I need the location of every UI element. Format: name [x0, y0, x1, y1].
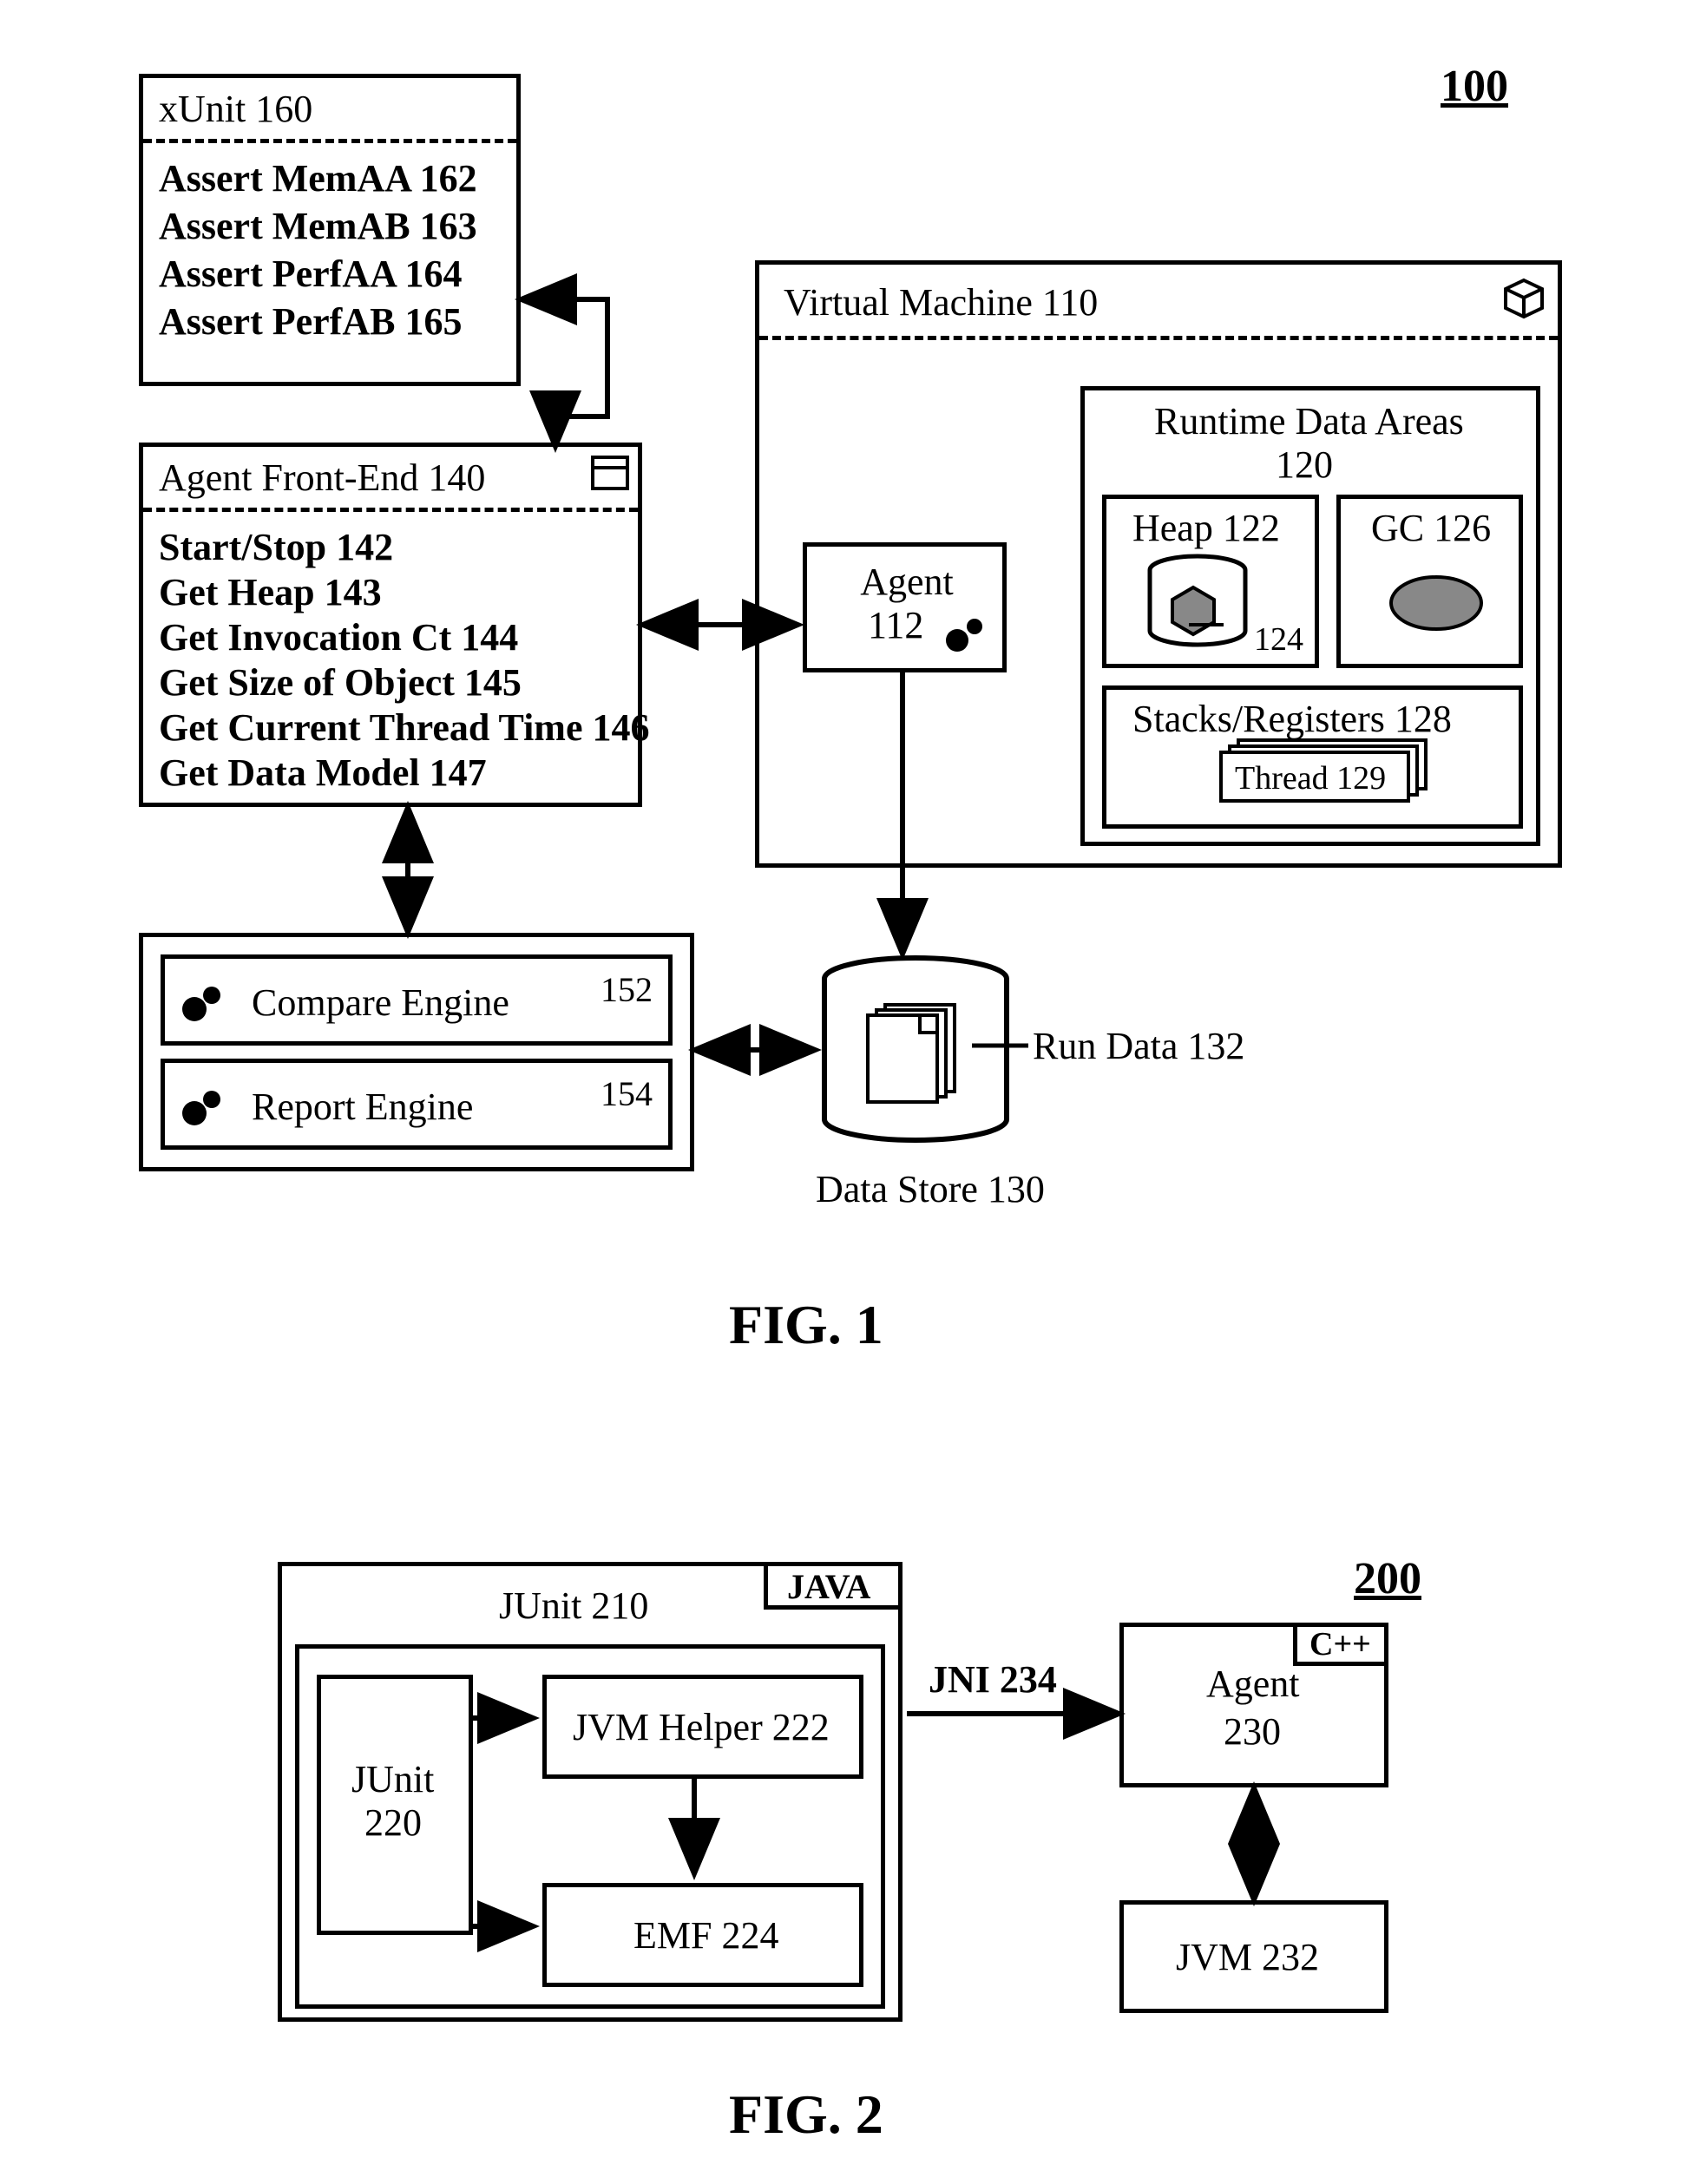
xunit-item-1: Assert MemAB 163	[159, 204, 477, 248]
junit220-line1: JUnit	[351, 1757, 434, 1801]
gears-icon	[177, 980, 229, 1028]
stacks-box: Stacks/Registers 128 Thread 129	[1102, 685, 1523, 829]
xunit-title: xUnit 160	[159, 87, 312, 131]
jni-label: JNI 234	[929, 1657, 1057, 1702]
compare-engine-ref: 152	[601, 969, 653, 1010]
junit220-box: JUnit 220	[317, 1675, 473, 1935]
agent-label-line1: Agent	[850, 560, 963, 604]
cpp-tag-text: C++	[1309, 1625, 1371, 1663]
jvmhelper-label: JVM Helper 222	[573, 1705, 830, 1749]
datastore-icon	[816, 954, 1015, 1154]
frontend-item-3: Get Size of Object 145	[159, 660, 522, 705]
junit210-box: JUnit 210 JAVA JUnit 220 JVM Helper 222 …	[278, 1562, 903, 2022]
engines-box: Compare Engine 152 Report Engine 154	[139, 933, 694, 1171]
fig2-caption: FIG. 2	[729, 2082, 883, 2147]
junit220-line2: 220	[364, 1800, 422, 1845]
heap-box: Heap 122 124	[1102, 495, 1319, 668]
blob-icon	[1384, 568, 1488, 638]
emf-box: EMF 224	[542, 1883, 863, 1987]
jvm232-box: JVM 232	[1119, 1900, 1388, 2013]
fig2-ref: 200	[1354, 1553, 1421, 1604]
gc-box: GC 126	[1336, 495, 1523, 668]
java-tag-text: JAVA	[787, 1566, 870, 1607]
agent-box: Agent 112	[803, 542, 1007, 672]
rda-title-line2: 120	[1276, 443, 1333, 487]
frontend-item-5: Get Data Model 147	[159, 751, 487, 795]
agent230-line1: Agent	[1206, 1662, 1300, 1706]
fig1-caption: FIG. 1	[729, 1293, 883, 1357]
heap-label: Heap 122	[1132, 506, 1280, 550]
xunit-box: xUnit 160 Assert MemAA 162 Assert MemAB …	[139, 74, 521, 386]
frontend-divider	[143, 508, 638, 512]
thread-label: Thread 129	[1235, 759, 1386, 797]
fig1-ref: 100	[1441, 61, 1508, 112]
vm-divider	[759, 336, 1558, 340]
jvmhelper-box: JVM Helper 222	[542, 1675, 863, 1779]
compare-engine-label: Compare Engine	[252, 981, 509, 1025]
agent230-line2: 230	[1224, 1709, 1281, 1754]
cylinder-icon	[1141, 553, 1254, 657]
window-icon	[591, 456, 629, 490]
emf-label: EMF 224	[633, 1913, 778, 1958]
cube-icon	[1502, 277, 1546, 320]
java-tag: JAVA	[764, 1562, 903, 1610]
vm-title: Virtual Machine 110	[784, 280, 1098, 325]
report-engine-box: Report Engine 154	[161, 1059, 673, 1150]
cpp-tag: C++	[1293, 1623, 1388, 1666]
frontend-box: Agent Front-End 140 Start/Stop 142 Get H…	[139, 443, 642, 807]
report-engine-label: Report Engine	[252, 1085, 473, 1129]
rda-title-line1: Runtime Data Areas	[1154, 399, 1464, 443]
vm-box: Virtual Machine 110 Agent 112 Runtime Da…	[755, 260, 1562, 868]
datastore-label: Data Store 130	[816, 1167, 1045, 1211]
xunit-item-0: Assert MemAA 162	[159, 156, 477, 200]
frontend-item-2: Get Invocation Ct 144	[159, 615, 518, 659]
xunit-item-2: Assert PerfAA 164	[159, 252, 462, 296]
agent230-box: C++ Agent 230	[1119, 1623, 1388, 1787]
frontend-item-1: Get Heap 143	[159, 570, 382, 614]
gears-icon	[177, 1084, 229, 1132]
xunit-item-3: Assert PerfAB 165	[159, 299, 462, 344]
rda-box: Runtime Data Areas 120 Heap 122 124 GC 1…	[1080, 386, 1540, 846]
compare-engine-box: Compare Engine 152	[161, 954, 673, 1046]
rundata-label: Run Data 132	[1033, 1024, 1244, 1068]
heap-obj-ref: 124	[1254, 620, 1303, 659]
junit210-inner: JUnit 220 JVM Helper 222 EMF 224	[295, 1644, 885, 2009]
stacks-label: Stacks/Registers 128	[1132, 697, 1452, 741]
frontend-item-4: Get Current Thread Time 146	[159, 705, 650, 750]
junit210-title: JUnit 210	[499, 1584, 648, 1628]
gc-label: GC 126	[1371, 506, 1491, 550]
xunit-divider	[143, 139, 516, 143]
report-engine-ref: 154	[601, 1073, 653, 1114]
frontend-title: Agent Front-End 140	[159, 456, 485, 500]
agent-label-line2: 112	[868, 603, 923, 647]
jvm232-label: JVM 232	[1176, 1935, 1319, 1979]
gears-icon	[942, 613, 990, 656]
frontend-item-0: Start/Stop 142	[159, 525, 393, 569]
